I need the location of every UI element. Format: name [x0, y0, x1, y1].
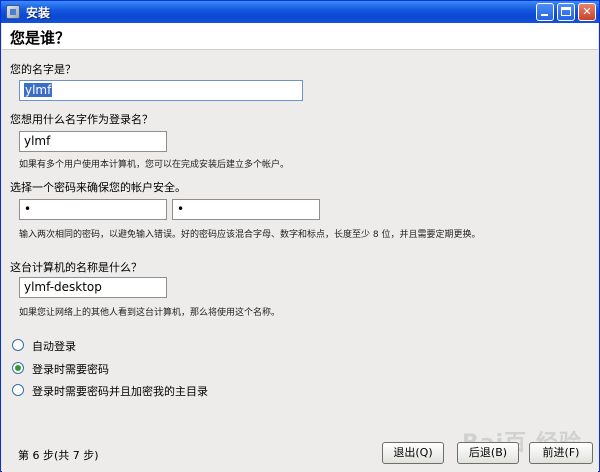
name-input-value: ylmf — [24, 83, 53, 97]
page-title: 您是谁？ — [10, 29, 71, 47]
radio-label: 登录时需要密码并且加密我的主目录 — [32, 385, 208, 398]
step-indicator: 第 6 步(共 7 步) — [18, 449, 99, 462]
login-input[interactable]: ylmf — [19, 131, 167, 152]
heading-bar: 您是谁？ — [2, 23, 598, 50]
radio-label: 登录时需要密码 — [32, 363, 109, 376]
password-label: 选择一个密码来确保您的帐户安全。 — [10, 181, 186, 194]
installer-window: 安装 ✕ 您是谁？ 您的名字是？ ylmf 您想用什么名字作为登录名？ ylmf… — [0, 0, 600, 472]
radio-button-checked[interactable] — [12, 362, 24, 374]
password-confirm-value: • — [177, 202, 185, 216]
radio-button[interactable] — [12, 384, 24, 396]
quit-button[interactable]: 退出(Q) — [382, 442, 444, 464]
minimize-icon — [541, 14, 548, 16]
password-hint: 输入两次相同的密码，以避免输入错误。好的密码应该混合字母、数字和标点，长度至少 … — [19, 230, 481, 240]
maximize-icon — [561, 7, 571, 16]
name-label: 您的名字是？ — [10, 63, 76, 76]
computer-name-value: ylmf-desktop — [24, 280, 102, 294]
close-button[interactable]: ✕ — [578, 3, 596, 21]
maximize-button[interactable] — [557, 3, 575, 21]
password-confirm-input[interactable]: • — [172, 199, 320, 220]
app-icon — [6, 5, 20, 19]
login-input-value: ylmf — [24, 134, 51, 148]
title-bar[interactable]: 安装 ✕ — [1, 1, 599, 23]
back-button[interactable]: 后退(B) — [457, 442, 519, 464]
window-title: 安装 — [26, 6, 51, 20]
minimize-button[interactable] — [536, 3, 554, 21]
next-button[interactable]: 前进(F) — [529, 442, 593, 464]
close-icon: ✕ — [582, 5, 592, 18]
radio-button[interactable] — [12, 339, 24, 351]
login-hint: 如果有多个用户使用本计算机，您可以在完成安装后建立多个帐户。 — [19, 160, 290, 170]
name-input[interactable]: ylmf — [19, 80, 303, 101]
login-label: 您想用什么名字作为登录名？ — [10, 113, 153, 126]
password-input-value: • — [24, 202, 32, 216]
computer-name-input[interactable]: ylmf-desktop — [19, 277, 167, 298]
computer-name-hint: 如果您让网络上的其他人看到这台计算机，那么将使用这个名称。 — [19, 308, 281, 318]
radio-label: 自动登录 — [32, 340, 76, 353]
password-input[interactable]: • — [19, 199, 167, 220]
main-content: 您是谁？ 您的名字是？ ylmf 您想用什么名字作为登录名？ ylmf 如果有多… — [2, 23, 598, 472]
computer-name-label: 这台计算机的名称是什么？ — [10, 261, 142, 274]
